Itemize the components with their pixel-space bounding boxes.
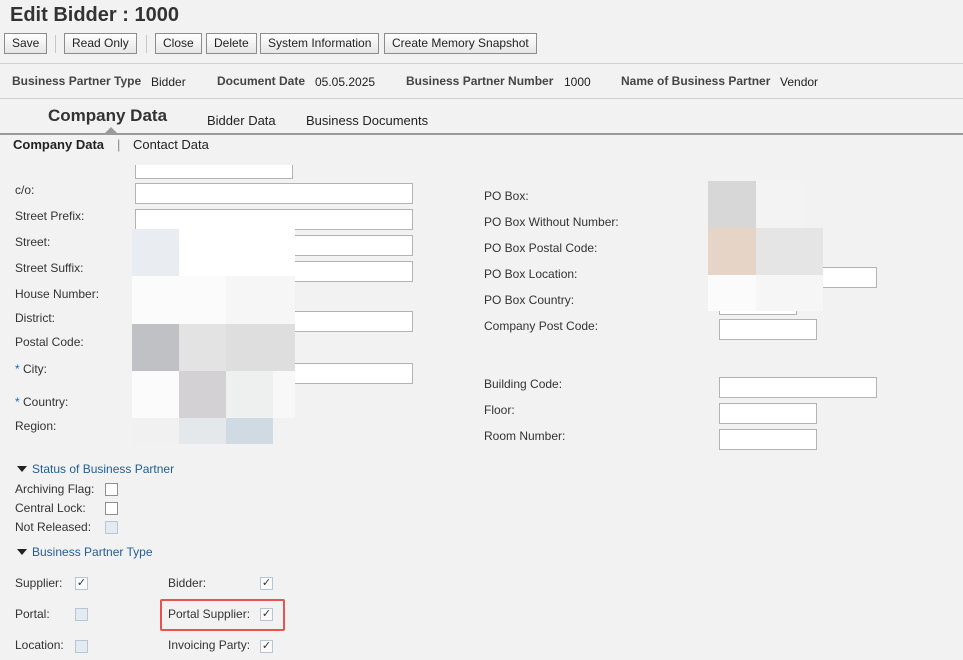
doc-date-value: 05.05.2025 (315, 75, 376, 89)
toolbar-separator (55, 35, 56, 53)
subtab-contact-data[interactable]: Contact Data (133, 137, 209, 152)
floor-label: Floor: (484, 403, 515, 417)
bp-name-value: Vendor (780, 75, 819, 89)
tab-company-data[interactable]: Company Data (48, 106, 167, 126)
page-title: Edit Bidder : 1000 (10, 4, 179, 26)
portal-label: Portal: (15, 607, 50, 621)
collapse-triangle-icon (17, 466, 27, 472)
redacted-block (273, 371, 295, 418)
co-label: c/o: (15, 183, 35, 197)
central-lock-checkbox[interactable] (105, 502, 118, 515)
redacted-block (756, 181, 804, 228)
redacted-block (226, 418, 273, 444)
delete-button[interactable]: Delete (206, 33, 257, 54)
archiving-flag-checkbox[interactable] (105, 483, 118, 496)
system-information-button[interactable]: System Information (260, 33, 380, 54)
bp-number-label: Business Partner Number (406, 74, 554, 88)
company-post-code-label: Company Post Code: (484, 319, 599, 333)
central-lock-label: Central Lock: (15, 501, 86, 515)
required-marker: * (15, 362, 20, 376)
redacted-block (226, 276, 295, 324)
close-button[interactable]: Close (155, 33, 202, 54)
tab-underline (0, 133, 963, 135)
read-only-button[interactable]: Read Only (64, 33, 137, 54)
co-input[interactable] (135, 183, 413, 204)
status-section-toggle[interactable]: Status of Business Partner (17, 462, 174, 476)
floor-input[interactable] (719, 403, 817, 424)
po-box-postal-code-label: PO Box Postal Code: (484, 241, 598, 255)
building-code-input[interactable] (719, 377, 877, 398)
redacted-block (226, 324, 295, 371)
bidder-checkbox: ✓ (260, 577, 273, 590)
po-box-label: PO Box: (484, 189, 529, 203)
collapse-triangle-icon (17, 549, 27, 555)
tab-bidder-data[interactable]: Bidder Data (207, 113, 276, 128)
redacted-block (132, 324, 179, 371)
doc-date-label: Document Date (217, 74, 306, 88)
region-label: Region: (15, 419, 57, 433)
status-section-title: Status of Business Partner (32, 462, 175, 476)
po-box-location-label: PO Box Location: (484, 267, 578, 281)
name-field[interactable] (135, 165, 293, 179)
street-prefix-label: Street Prefix: (15, 209, 85, 223)
invoicing-party-label: Invoicing Party: (168, 638, 251, 652)
room-number-label: Room Number: (484, 429, 566, 443)
supplier-label: Supplier: (15, 576, 63, 590)
redacted-block (708, 275, 756, 311)
create-memory-snapshot-button[interactable]: Create Memory Snapshot (384, 33, 537, 54)
redacted-block (132, 276, 226, 324)
redacted-block (132, 229, 179, 276)
room-number-input[interactable] (719, 429, 817, 450)
tab-business-documents[interactable]: Business Documents (306, 113, 428, 128)
redacted-block (756, 275, 823, 311)
country-label: * Country: (15, 395, 68, 409)
not-released-checkbox (105, 521, 118, 534)
district-label: District: (15, 311, 55, 325)
redacted-block (226, 371, 273, 418)
redacted-block (179, 418, 226, 444)
portal-supplier-highlight (160, 599, 285, 631)
toolbar-separator (146, 35, 147, 53)
subtab-company-data[interactable]: Company Data (13, 137, 104, 152)
redacted-block (708, 228, 756, 275)
street-suffix-label: Street Suffix: (15, 261, 84, 275)
country-label-text: Country: (23, 395, 69, 409)
bp-type-label: Business Partner Type (12, 74, 142, 88)
building-code-label: Building Code: (484, 377, 563, 391)
redacted-block (708, 181, 756, 228)
bp-number-value: 1000 (564, 75, 591, 89)
location-label: Location: (15, 638, 64, 652)
redacted-block (179, 371, 226, 418)
location-checkbox (75, 640, 88, 653)
redacted-block (179, 229, 295, 276)
bp-type-value: Bidder (151, 75, 186, 89)
bp-type-section-title: Business Partner Type (32, 545, 153, 559)
archiving-flag-label: Archiving Flag: (15, 482, 95, 496)
redacted-block (756, 228, 823, 275)
subtab-separator: | (117, 137, 121, 152)
city-label-text: City: (23, 362, 48, 376)
portal-checkbox (75, 608, 88, 621)
po-box-without-number-label: PO Box Without Number: (484, 215, 619, 229)
invoicing-party-checkbox: ✓ (260, 640, 273, 653)
bidder-label: Bidder: (168, 576, 207, 590)
redacted-block (132, 418, 179, 444)
bp-type-section-toggle[interactable]: Business Partner Type (17, 545, 153, 559)
bp-name-label: Name of Business Partner (621, 74, 771, 88)
house-number-label: House Number: (15, 287, 100, 301)
street-label: Street: (15, 235, 51, 249)
active-tab-indicator (105, 127, 117, 133)
postal-code-label: Postal Code: (15, 335, 84, 349)
company-post-code-input[interactable] (719, 319, 817, 340)
save-button[interactable]: Save (4, 33, 48, 54)
redacted-block (179, 324, 226, 371)
required-marker: * (15, 395, 20, 409)
supplier-checkbox: ✓ (75, 577, 88, 590)
city-label: * City: (15, 362, 47, 376)
redacted-block (132, 371, 179, 418)
po-box-country-label: PO Box Country: (484, 293, 575, 307)
street-prefix-input[interactable] (135, 209, 413, 230)
not-released-label: Not Released: (15, 520, 92, 534)
